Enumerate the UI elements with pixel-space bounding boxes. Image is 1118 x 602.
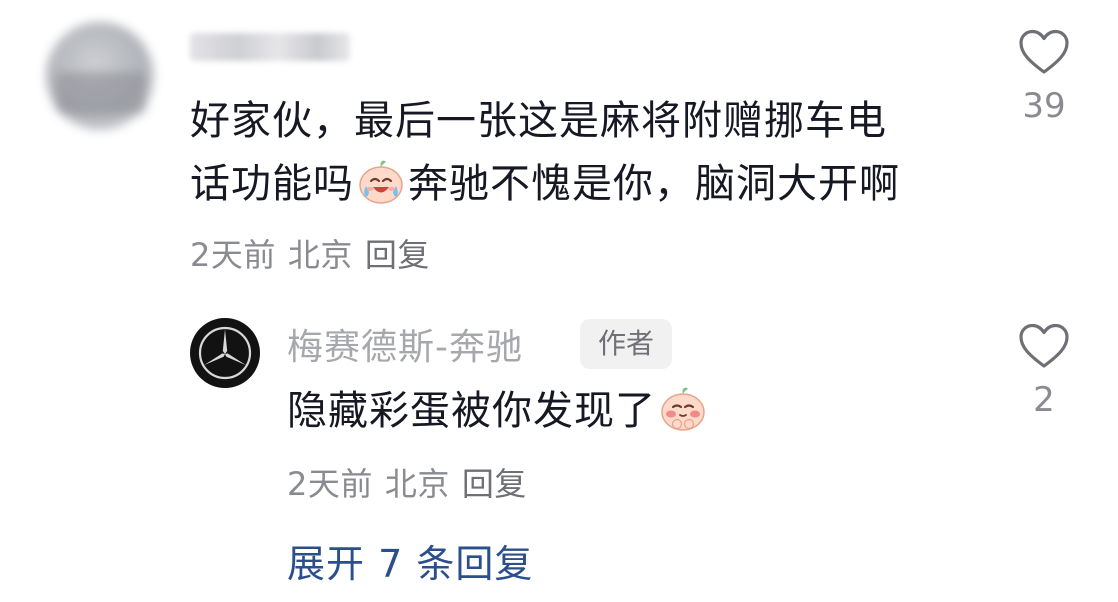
- heart-icon: [1019, 323, 1069, 368]
- comment-line-2: 话功能吗 奔驰不愧是你，脑洞大开啊: [190, 153, 950, 216]
- comment-like-button[interactable]: 39: [1004, 28, 1084, 126]
- shy-peach-emoji-icon: [661, 387, 705, 431]
- expand-replies-link[interactable]: 展开 7 条回复: [287, 533, 533, 588]
- comment-body: 好家伙，最后一张这是麻将附赠挪车电 话功能吗 奔驰不愧是你，脑洞大开啊: [190, 90, 950, 216]
- reply-author-name[interactable]: 梅赛德斯-奔驰: [287, 318, 523, 370]
- comment-line-1: 好家伙，最后一张这是麻将附赠挪车电: [190, 98, 887, 144]
- reply-like-count: 2: [1033, 380, 1055, 420]
- reply-location: 北京: [384, 465, 450, 503]
- comment-location: 北京: [287, 236, 353, 274]
- mercedes-benz-avatar[interactable]: [189, 317, 261, 389]
- heart-icon: [1019, 29, 1069, 74]
- comment-line-2-part-a: 话功能吗: [190, 161, 354, 207]
- comment-like-count: 39: [1022, 86, 1066, 126]
- comment-line-2-part-b: 奔驰不愧是你，脑洞大开啊: [408, 161, 900, 207]
- reply-meta: 2天前 北京 回复: [287, 459, 539, 505]
- reply-text: 隐藏彩蛋被你发现了: [287, 388, 656, 434]
- comment-time: 2天前: [190, 236, 276, 274]
- comment-reply-button[interactable]: 回复: [365, 236, 430, 274]
- reply-time: 2天前: [287, 465, 373, 503]
- reply-reply-button[interactable]: 回复: [462, 465, 527, 503]
- commenter-username-redacted[interactable]: [190, 33, 350, 61]
- author-badge: 作者: [580, 319, 673, 369]
- commenter-avatar[interactable]: [46, 22, 154, 130]
- crying-laugh-emoji-icon: [359, 160, 403, 204]
- reply-body: 隐藏彩蛋被你发现了: [287, 381, 710, 441]
- comment-meta: 2天前 北京 回复: [190, 230, 442, 276]
- reply-like-button[interactable]: 2: [1004, 322, 1084, 420]
